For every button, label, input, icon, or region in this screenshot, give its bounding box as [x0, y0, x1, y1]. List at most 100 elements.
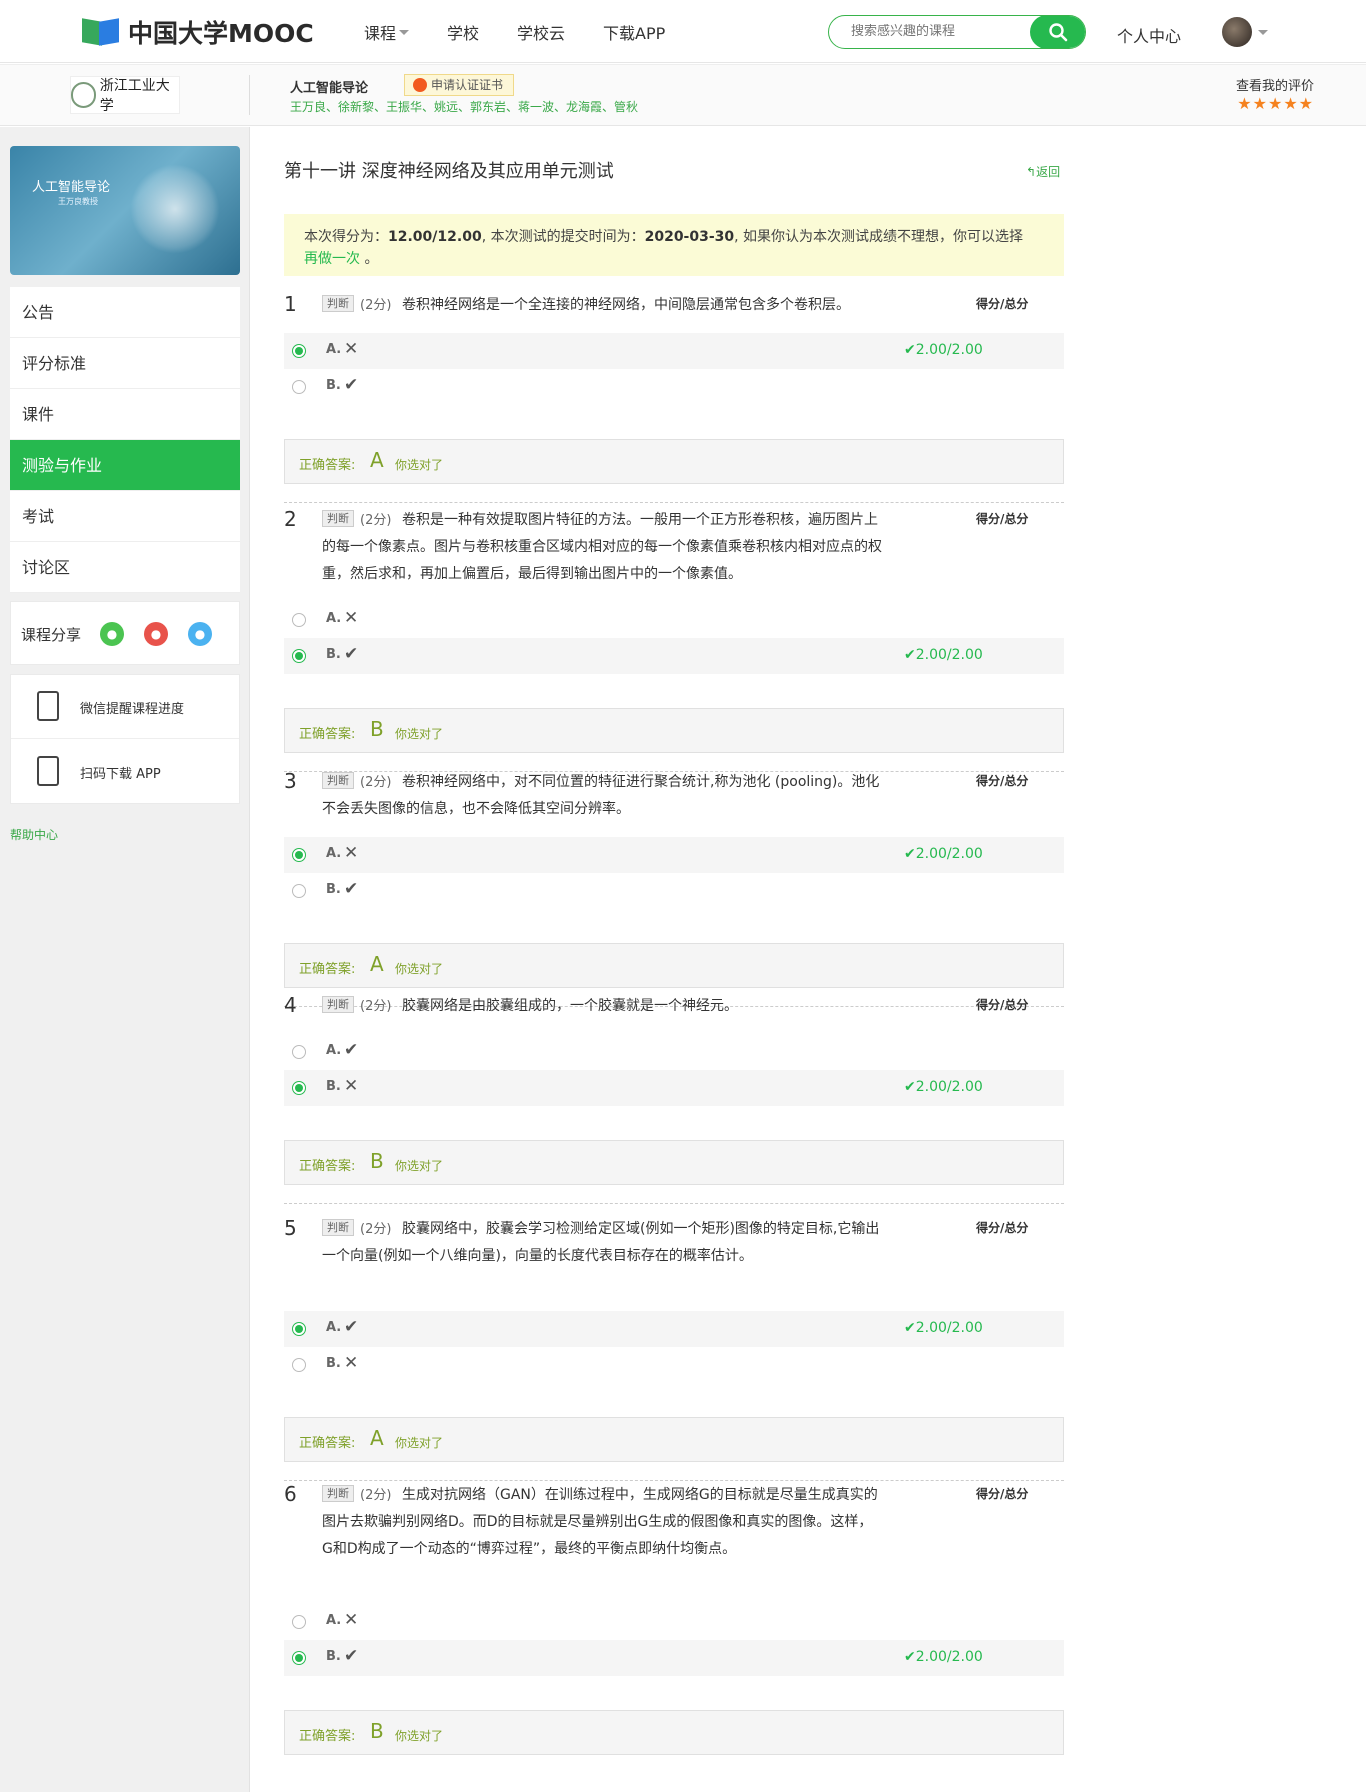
correct-answer-box: 正确答案: A 你选对了 — [284, 439, 1064, 484]
question-type-badge: 判断 — [322, 996, 354, 1013]
course-title[interactable]: 人工智能导论 — [290, 77, 368, 96]
menu-discussion[interactable]: 讨论区 — [10, 542, 240, 593]
radio-button[interactable] — [292, 613, 306, 627]
question-text: 卷积神经网络中，对不同位置的特征进行聚合统计,称为池化 (pooling)。池化… — [322, 774, 880, 817]
qq-icon[interactable]: ● — [188, 622, 212, 646]
my-rating[interactable]: 查看我的评价 ★★★★★ — [1236, 75, 1314, 113]
redo-link[interactable]: 再做一次 — [304, 251, 360, 267]
option-label: B. — [326, 1356, 341, 1371]
scan-download-app[interactable]: 扫码下载 APP — [11, 740, 239, 804]
course-cover-image[interactable]: 人工智能导论 王万良教授 — [10, 146, 240, 275]
radio-button[interactable] — [292, 1615, 306, 1629]
checklist-icon — [37, 691, 59, 721]
answer-feedback: 你选对了 — [395, 458, 444, 472]
radio-button[interactable] — [292, 1651, 306, 1665]
question-type-badge: 判断 — [322, 1219, 354, 1236]
answer-feedback: 你选对了 — [395, 1729, 444, 1743]
user-menu[interactable] — [1222, 17, 1268, 47]
option-label: B. — [326, 647, 341, 662]
question-separator — [284, 1203, 1064, 1204]
question-number: 1 — [284, 292, 297, 316]
score-notice: 本次得分为：12.00/12.00, 本次测试的提交时间为：2020-03-30… — [284, 214, 1064, 276]
wechat-icon[interactable]: ● — [100, 622, 124, 646]
option-score: ✔2.00/2.00 — [904, 342, 983, 358]
answer-option[interactable]: B. ✔ — [284, 873, 1064, 909]
help-center-link[interactable]: 帮助中心 — [10, 826, 58, 843]
question-text: 卷积神经网络是一个全连接的神经网络，中间隐层通常包含多个卷积层。 — [402, 297, 850, 313]
wechat-reminder[interactable]: 微信提醒课程进度 — [11, 675, 239, 739]
brain-graphic — [130, 164, 220, 254]
correct-answer-value: A — [370, 1426, 384, 1450]
page-title: 第十一讲 深度神经网络及其应用单元测试 — [284, 161, 614, 182]
score-header: 得分/总分 — [976, 1221, 1029, 1235]
radio-button[interactable] — [292, 848, 306, 862]
answer-option[interactable]: B. ✔ ✔2.00/2.00 — [284, 638, 1064, 674]
correct-answer-box: 正确答案: A 你选对了 — [284, 943, 1064, 988]
score-value: 12.00/12.00 — [388, 229, 482, 245]
back-arrow-icon: ↰ — [1026, 165, 1037, 179]
apply-cert-button[interactable]: 申请认证证书 — [404, 74, 515, 96]
correct-answer-value: A — [370, 952, 384, 976]
menu-courseware[interactable]: 课件 — [10, 389, 240, 440]
nav-schools[interactable]: 学校 — [447, 20, 479, 44]
nav-school-cloud[interactable]: 学校云 — [517, 20, 565, 44]
check-icon: ✔ — [344, 644, 359, 664]
nav-courses[interactable]: 课程 — [364, 20, 410, 44]
search-box — [828, 15, 1086, 49]
nav-download-app[interactable]: 下载APP — [603, 20, 665, 44]
score-header: 得分/总分 — [976, 774, 1029, 788]
radio-button[interactable] — [292, 380, 306, 394]
answer-option[interactable]: B. ✔ — [284, 369, 1064, 405]
menu-quiz-homework[interactable]: 测验与作业 — [10, 440, 240, 491]
answer-feedback: 你选对了 — [395, 727, 444, 741]
answer-feedback: 你选对了 — [395, 1159, 444, 1173]
radio-button[interactable] — [292, 1081, 306, 1095]
course-header: 浙江工业大学 人工智能导论 申请认证证书 王万良、徐新黎、王振华、姚远、郭东岩、… — [0, 64, 1366, 126]
correct-answer-label: 正确答案: — [299, 1159, 356, 1174]
radio-button[interactable] — [292, 1322, 306, 1336]
answer-option[interactable]: A. ✕ ✔2.00/2.00 — [284, 333, 1064, 369]
search-icon — [1049, 23, 1068, 42]
question-separator — [284, 1480, 1064, 1481]
mooc-logo[interactable]: 中国大学MOOC — [82, 16, 314, 48]
answer-option[interactable]: B. ✔ ✔2.00/2.00 — [284, 1640, 1064, 1676]
question-type-badge: 判断 — [322, 1485, 354, 1502]
menu-exam[interactable]: 考试 — [10, 491, 240, 542]
answer-option[interactable]: A. ✕ — [284, 602, 1064, 638]
search-button[interactable] — [1030, 16, 1085, 48]
option-label: A. — [326, 342, 342, 357]
back-link[interactable]: ↰返回 — [1026, 163, 1060, 180]
answer-option[interactable]: B. ✕ ✔2.00/2.00 — [284, 1070, 1064, 1106]
weibo-icon[interactable]: ● — [144, 622, 168, 646]
answer-option[interactable]: A. ✕ ✔2.00/2.00 — [284, 837, 1064, 873]
cover-subtitle: 王万良教授 — [58, 197, 98, 206]
search-input[interactable] — [851, 24, 1031, 39]
cross-icon: ✕ — [344, 1353, 359, 1373]
university-logo[interactable]: 浙江工业大学 — [70, 76, 180, 114]
answer-option[interactable]: A. ✔ ✔2.00/2.00 — [284, 1311, 1064, 1347]
teacher-list[interactable]: 王万良、徐新黎、王振华、姚远、郭东岩、蒋一波、龙海霞、管秋 — [290, 98, 638, 115]
correct-answer-label: 正确答案: — [299, 1729, 356, 1744]
chevron-down-icon — [1258, 29, 1268, 35]
cross-icon: ✕ — [344, 1610, 359, 1630]
radio-button[interactable] — [292, 1045, 306, 1059]
user-center-link[interactable]: 个人中心 — [1117, 23, 1181, 47]
radio-button[interactable] — [292, 884, 306, 898]
check-icon: ✔ — [344, 375, 359, 395]
question-type-badge: 判断 — [322, 772, 354, 789]
answer-option[interactable]: A. ✔ — [284, 1034, 1064, 1070]
radio-button[interactable] — [292, 1358, 306, 1372]
menu-grading[interactable]: 评分标准 — [10, 338, 240, 389]
option-score: ✔2.00/2.00 — [904, 1079, 983, 1095]
question-points: (2分) — [360, 513, 392, 528]
submit-date: 2020-03-30 — [644, 229, 735, 245]
question-points: (2分) — [360, 775, 392, 790]
answer-option[interactable]: B. ✕ — [284, 1347, 1064, 1383]
radio-button[interactable] — [292, 344, 306, 358]
avatar — [1222, 17, 1252, 47]
answer-option[interactable]: A. ✕ — [284, 1604, 1064, 1640]
menu-announcement[interactable]: 公告 — [10, 287, 240, 338]
question-type-badge: 判断 — [322, 295, 354, 312]
radio-button[interactable] — [292, 649, 306, 663]
cross-icon: ✕ — [344, 339, 359, 359]
